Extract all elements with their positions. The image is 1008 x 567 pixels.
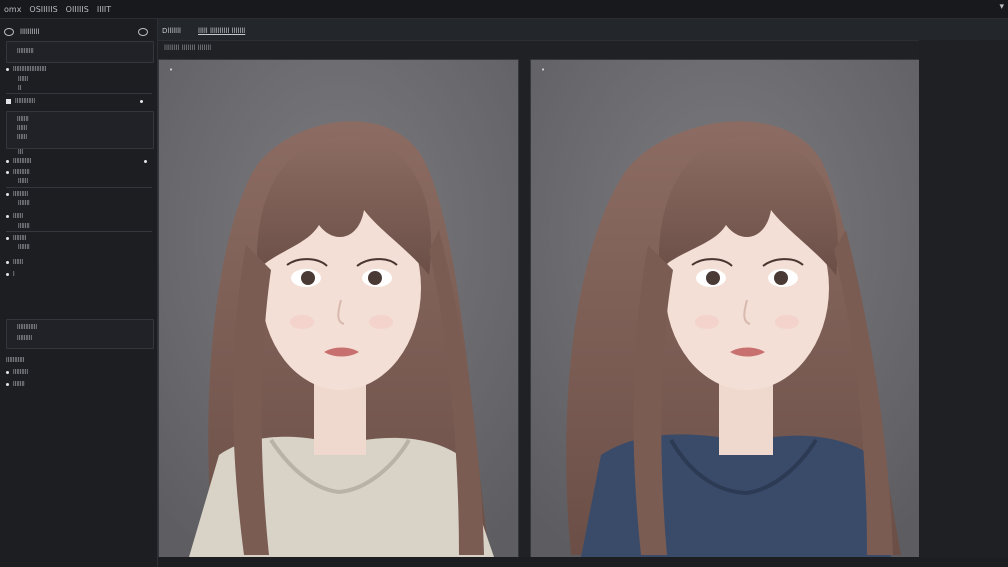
sidebar-row: llllll <box>18 76 29 83</box>
sidebar-row[interactable]: llllllll <box>6 235 152 242</box>
dot-icon <box>6 193 9 196</box>
sidebar-row: lllllllllll <box>6 357 25 364</box>
dot-icon <box>6 171 9 174</box>
sidebar-row: ll <box>18 85 22 92</box>
tab-2[interactable]: lllll llllllllll lllllll <box>198 27 245 35</box>
sidebar-row[interactable]: llllll <box>6 213 152 220</box>
dot-icon <box>6 261 9 264</box>
dot-icon <box>6 371 9 374</box>
panel-marker: • <box>541 66 546 74</box>
sidebar-row[interactable]: lllllllll <box>6 191 152 198</box>
sidebar-row[interactable]: llllll <box>6 259 152 266</box>
sidebar-row[interactable]: llllllllllllllllllll <box>6 66 152 73</box>
sidebar-row: lllllll <box>18 244 30 251</box>
sidebar-row: llllll <box>17 134 28 141</box>
menu-item-4[interactable]: IIIIT <box>97 5 111 14</box>
sidebar-row[interactable]: lllllll <box>6 381 152 388</box>
sidebar-divider <box>6 231 152 232</box>
sidebar-row[interactable]: llllllllllll <box>6 98 152 105</box>
sidebar-row: lllllllll <box>17 335 33 342</box>
sidebar-row[interactable]: lllllllllll <box>6 158 152 165</box>
menu-bar: omx OSIIIIIS OIIIIIS IIIIT ▾ <box>0 0 1008 19</box>
sidebar-row[interactable]: l <box>6 271 152 278</box>
sidebar-group-2: lllllll llllll llllll <box>6 111 154 149</box>
sidebar: llllllllll llllllllll llllllllllllllllll… <box>0 19 158 567</box>
menu-item-3[interactable]: OIIIIIS <box>66 5 89 14</box>
dot-icon <box>6 68 9 71</box>
menu-item-2[interactable]: OSIIIIIS <box>29 5 57 14</box>
visibility-icon[interactable] <box>4 28 14 36</box>
portrait-image <box>531 60 919 557</box>
sidebar-title: llllllllll <box>20 28 40 36</box>
menu-items: omx OSIIIIIS OIIIIIS IIIIT <box>0 5 111 14</box>
dot-icon <box>140 100 143 103</box>
sidebar-row: lllllll <box>18 200 30 207</box>
sidebar-group-3: llllllllllll lllllllll <box>6 319 154 349</box>
sidebar-header: llllllllll <box>0 25 157 39</box>
sidebar-row: lllllll <box>17 116 29 123</box>
dot-icon <box>6 383 9 386</box>
panel-marker: • <box>169 66 174 74</box>
sidebar-row: lll <box>18 149 24 156</box>
sidebar-row: llllll <box>18 178 29 185</box>
sidebar-row[interactable]: llllllllll <box>6 169 152 176</box>
dot-icon <box>6 237 9 240</box>
sidebar-row: llllll <box>17 125 28 132</box>
right-gutter <box>919 40 1008 557</box>
image-panel-right[interactable]: • <box>530 59 920 558</box>
image-panel-left[interactable]: • <box>158 59 519 558</box>
toggle-icon[interactable] <box>138 28 148 36</box>
chevron-down-icon[interactable]: ▾ <box>999 2 1004 12</box>
content-subheading: llllllll lllllll lllllll <box>164 44 212 52</box>
sidebar-group-1: llllllllll <box>6 41 154 63</box>
tab-1[interactable]: Dlllllll <box>162 27 181 35</box>
sidebar-row: llllllllllll <box>17 324 38 331</box>
square-icon <box>6 99 11 104</box>
sidebar-row[interactable]: llllllllll <box>17 48 163 55</box>
dot-icon <box>6 160 9 163</box>
sidebar-divider <box>6 93 152 94</box>
sidebar-row[interactable]: lllllllll <box>6 369 152 376</box>
dot-icon <box>144 160 147 163</box>
menu-item-1[interactable]: omx <box>4 5 21 14</box>
sidebar-row: lllllll <box>18 223 30 230</box>
dot-icon <box>6 273 9 276</box>
content-toolbar: Dlllllll lllll llllllllll lllllll <box>158 19 1008 41</box>
portrait-image <box>159 60 518 557</box>
dot-icon <box>6 215 9 218</box>
status-strip <box>158 557 1008 567</box>
sidebar-divider <box>6 187 152 188</box>
